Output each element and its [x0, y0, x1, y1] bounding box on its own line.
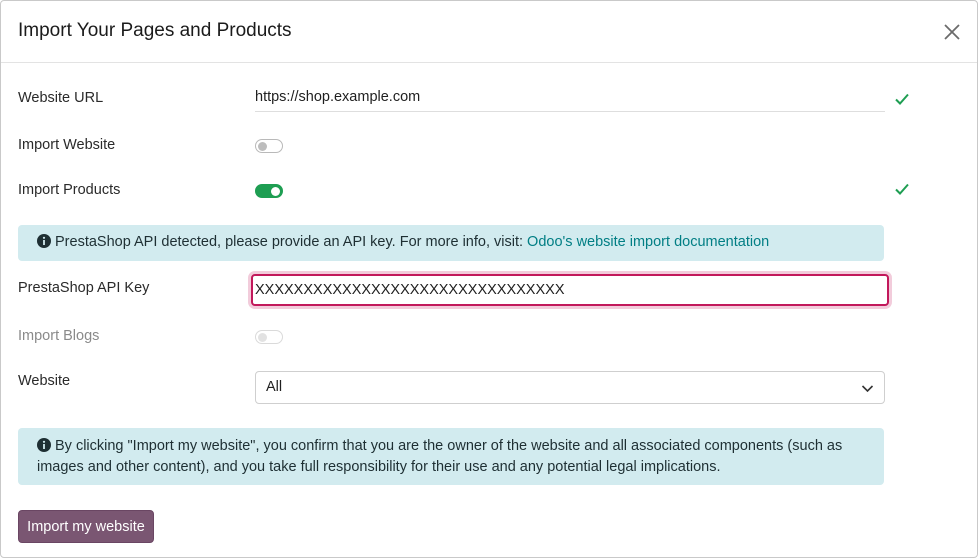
toggle-knob — [258, 141, 267, 151]
toggle-knob — [271, 186, 280, 196]
website-select-value: All — [266, 379, 283, 395]
import-blogs-toggle — [255, 330, 283, 344]
dialog-header: Import Your Pages and Products — [1, 1, 977, 63]
info-circle-icon — [37, 438, 51, 452]
toggle-knob — [258, 332, 267, 342]
api-key-input[interactable] — [251, 274, 889, 306]
website-label: Website — [18, 373, 71, 389]
import-website-toggle[interactable] — [255, 139, 283, 153]
website-url-label: Website URL — [18, 90, 104, 106]
api-detected-text: PrestaShop API detected, please provide … — [55, 234, 528, 250]
import-documentation-link[interactable]: Odoo's website import documentation — [527, 234, 769, 250]
import-products-toggle[interactable] — [255, 184, 283, 198]
import-website-label: Import Website — [18, 137, 116, 153]
website-url-field[interactable]: https://shop.example.com — [255, 89, 885, 112]
close-icon — [944, 24, 960, 40]
check-icon — [895, 183, 909, 195]
dialog-title: Import Your Pages and Products — [18, 20, 292, 41]
import-products-label: Import Products — [18, 182, 121, 198]
close-button[interactable] — [941, 21, 963, 43]
disclaimer-text: By clicking "Import my website", you con… — [37, 438, 843, 475]
import-blogs-label: Import Blogs — [18, 328, 100, 344]
chevron-down-icon — [861, 385, 874, 393]
import-my-website-button[interactable]: Import my website — [18, 510, 154, 543]
api-key-label: PrestaShop API Key — [18, 280, 150, 296]
disclaimer-alert: By clicking "Import my website", you con… — [18, 428, 884, 485]
website-select[interactable]: All — [255, 371, 885, 404]
info-circle-icon — [37, 234, 51, 248]
import-dialog: Import Your Pages and Products Website U… — [0, 0, 978, 558]
api-detected-alert: PrestaShop API detected, please provide … — [18, 225, 884, 261]
check-icon — [895, 93, 909, 105]
